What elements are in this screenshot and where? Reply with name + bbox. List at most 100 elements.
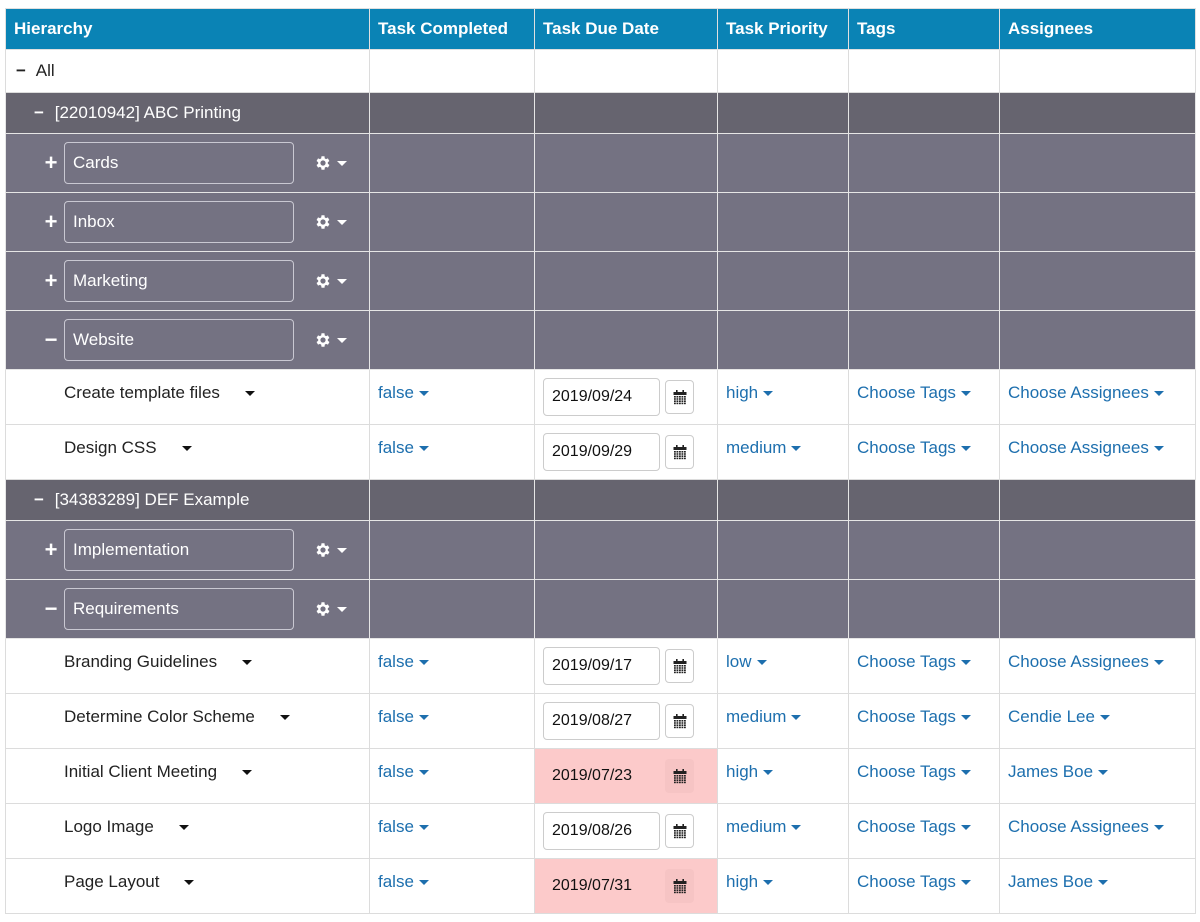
caret-down-icon [960,880,971,886]
calendar-icon [673,768,686,783]
priority-dropdown[interactable]: medium [726,438,802,457]
project-label[interactable]: [34383289] DEF Example [55,490,250,509]
section-settings-button[interactable] [314,331,347,349]
assignees-dropdown[interactable]: Choose Assignees [1008,438,1164,457]
section-settings-button[interactable] [314,272,347,290]
tags-dropdown[interactable]: Choose Tags [857,762,971,781]
assignees-dropdown[interactable]: James Boe [1008,872,1109,891]
section-name-input[interactable]: Implementation [64,529,294,571]
expand-toggle[interactable]: + [42,537,60,563]
assignees-dropdown[interactable]: Choose Assignees [1008,817,1164,836]
calendar-button[interactable] [665,704,694,738]
column-header-tags[interactable]: Tags [848,8,1000,50]
task-name[interactable]: Logo Image [64,817,154,837]
task-name[interactable]: Initial Client Meeting [64,762,217,782]
assignees-dropdown[interactable]: James Boe [1008,762,1109,781]
task-completed-dropdown[interactable]: false [378,438,429,457]
due-date-input[interactable]: 2019/07/31 [543,867,660,905]
section-name-input[interactable]: Cards [64,142,294,184]
section-settings-button[interactable] [314,600,347,618]
due-date-input[interactable]: 2019/08/26 [543,812,660,850]
column-header-assignees[interactable]: Assignees [999,8,1196,50]
calendar-button[interactable] [665,869,694,903]
task-completed-dropdown[interactable]: false [378,707,429,726]
task-row: Determine Color Scheme false 2019/08/27 … [5,693,1196,749]
caret-down-icon [1153,446,1164,452]
collapse-toggle[interactable]: − [42,596,60,622]
calendar-button[interactable] [665,649,694,683]
column-header-hierarchy[interactable]: Hierarchy [5,8,370,50]
calendar-icon [673,658,686,673]
tags-dropdown[interactable]: Choose Tags [857,438,971,457]
priority-dropdown[interactable]: low [726,652,767,671]
section-name-input[interactable]: Inbox [64,201,294,243]
section-name-input[interactable]: Marketing [64,260,294,302]
expand-toggle[interactable]: + [42,268,60,294]
task-settings-button[interactable] [237,659,253,665]
task-completed-dropdown[interactable]: false [378,872,429,891]
expand-toggle[interactable]: + [42,150,60,176]
due-date-input[interactable]: 2019/09/17 [543,647,660,685]
calendar-icon [673,444,686,459]
tags-dropdown[interactable]: Choose Tags [857,817,971,836]
section-settings-button[interactable] [314,541,347,559]
caret-down-icon [960,391,971,397]
calendar-button[interactable] [665,759,694,793]
calendar-button[interactable] [665,380,694,414]
task-completed-dropdown[interactable]: false [378,817,429,836]
task-settings-button[interactable] [179,879,195,885]
section-name-input[interactable]: Website [64,319,294,361]
section-settings-button[interactable] [314,213,347,231]
task-name[interactable]: Page Layout [64,872,159,892]
collapse-toggle[interactable]: − [32,103,46,123]
caret-down-icon [1153,660,1164,666]
task-name[interactable]: Branding Guidelines [64,652,217,672]
expand-toggle[interactable]: + [42,209,60,235]
task-name[interactable]: Create template files [64,383,220,403]
tags-dropdown[interactable]: Choose Tags [857,707,971,726]
task-completed-dropdown[interactable]: false [378,762,429,781]
caret-down-icon [1098,880,1109,886]
caret-down-icon [337,160,347,166]
priority-dropdown[interactable]: high [726,383,774,402]
calendar-icon [673,878,686,893]
assignees-dropdown[interactable]: Choose Assignees [1008,652,1164,671]
task-name[interactable]: Determine Color Scheme [64,707,255,727]
task-settings-button[interactable] [275,714,290,720]
priority-dropdown[interactable]: medium [726,817,802,836]
due-date-input[interactable]: 2019/09/24 [543,378,660,416]
task-settings-button[interactable] [237,769,253,775]
column-header-task-completed[interactable]: Task Completed [369,8,535,50]
task-completed-dropdown[interactable]: false [378,652,429,671]
collapse-toggle[interactable]: − [32,490,46,510]
caret-down-icon [791,446,802,452]
tags-dropdown[interactable]: Choose Tags [857,872,971,891]
tags-dropdown[interactable]: Choose Tags [857,383,971,402]
priority-dropdown[interactable]: high [726,762,774,781]
due-date-input[interactable]: 2019/08/27 [543,702,660,740]
collapse-toggle[interactable]: − [42,327,60,353]
priority-dropdown[interactable]: medium [726,707,802,726]
column-header-task-due-date[interactable]: Task Due Date [534,8,718,50]
gear-icon [316,215,330,229]
task-settings-button[interactable] [177,445,192,451]
assignees-dropdown[interactable]: Cendie Lee [1008,707,1110,726]
calendar-button[interactable] [665,814,694,848]
task-completed-dropdown[interactable]: false [378,383,429,402]
project-label[interactable]: [22010942] ABC Printing [55,103,241,122]
due-date-input[interactable]: 2019/09/29 [543,433,660,471]
assignees-dropdown[interactable]: Choose Assignees [1008,383,1164,402]
due-date-input[interactable]: 2019/07/23 [543,757,660,795]
section-row: + Inbox [5,192,1196,252]
tags-dropdown[interactable]: Choose Tags [857,652,971,671]
task-settings-button[interactable] [174,824,189,830]
caret-down-icon [763,880,774,886]
collapse-toggle[interactable]: − [14,61,28,81]
task-name[interactable]: Design CSS [64,438,157,458]
section-name-input[interactable]: Requirements [64,588,294,630]
priority-dropdown[interactable]: high [726,872,774,891]
section-settings-button[interactable] [314,154,347,172]
calendar-button[interactable] [665,435,694,469]
task-settings-button[interactable] [240,390,255,396]
column-header-task-priority[interactable]: Task Priority [717,8,849,50]
